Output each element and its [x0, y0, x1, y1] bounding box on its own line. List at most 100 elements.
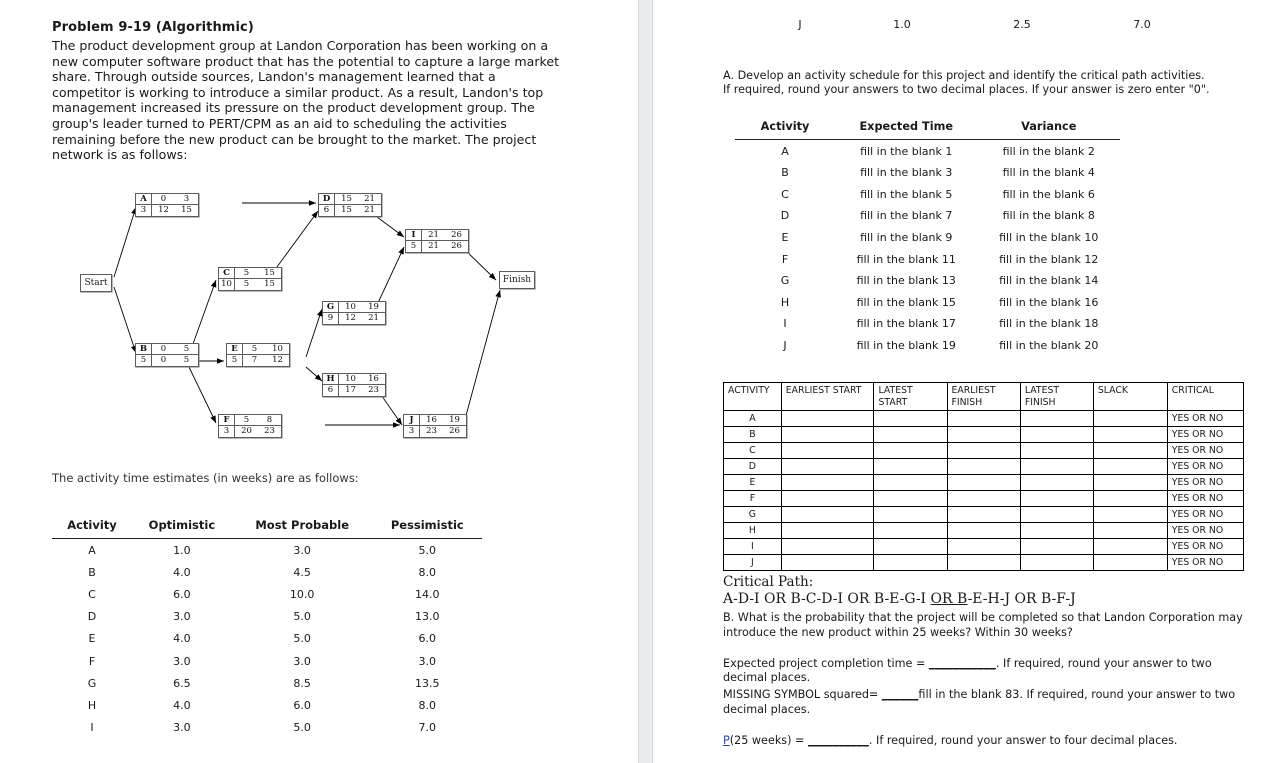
- cell-slack[interactable]: [1092, 490, 1168, 508]
- cell-variance[interactable]: fill in the blank 8: [978, 205, 1121, 227]
- cell-expected-time[interactable]: fill in the blank 9: [835, 227, 978, 249]
- cell-latest-finish[interactable]: [1019, 506, 1094, 524]
- cell-expected-time[interactable]: fill in the blank 15: [835, 292, 978, 314]
- cell-earliest-finish[interactable]: [946, 410, 1021, 428]
- cell-slack[interactable]: [1092, 442, 1168, 460]
- cell-critical[interactable]: YES OR NO: [1166, 442, 1245, 460]
- sigma-blank[interactable]: ______: [882, 688, 919, 701]
- node-c-ls: 5: [243, 279, 250, 289]
- cell-latest-finish[interactable]: [1019, 538, 1094, 556]
- cell-expected-time[interactable]: fill in the blank 7: [835, 205, 978, 227]
- cell-latest-start[interactable]: [873, 426, 948, 444]
- cell-latest-finish[interactable]: [1019, 410, 1094, 428]
- cell-earliest-start[interactable]: [780, 490, 875, 508]
- cell-earliest-start[interactable]: [780, 458, 875, 476]
- cell-slack[interactable]: [1092, 522, 1168, 540]
- cell-latest-finish[interactable]: [1019, 490, 1094, 508]
- cell-variance[interactable]: fill in the blank 14: [978, 270, 1121, 292]
- cell-expected-time[interactable]: fill in the blank 1: [835, 140, 978, 162]
- cell-earliest-finish[interactable]: [946, 554, 1021, 572]
- cell-slack[interactable]: [1092, 506, 1168, 524]
- cell-latest-start[interactable]: [873, 522, 948, 540]
- cell-slack[interactable]: [1092, 458, 1168, 476]
- cell-variance[interactable]: fill in the blank 2: [978, 140, 1121, 162]
- cell-critical[interactable]: YES OR NO: [1166, 506, 1245, 524]
- cell-slack[interactable]: [1092, 474, 1168, 492]
- table-row: I YES OR NO: [723, 538, 1245, 556]
- cell-earliest-start[interactable]: [780, 442, 875, 460]
- cell-critical[interactable]: YES OR NO: [1166, 426, 1245, 444]
- cell-earliest-start[interactable]: [780, 426, 875, 444]
- cell-slack[interactable]: [1092, 410, 1168, 428]
- cell-activity: C: [781, 187, 789, 201]
- cell-variance[interactable]: fill in the blank 4: [978, 162, 1121, 184]
- cell-variance[interactable]: fill in the blank 6: [978, 184, 1121, 206]
- cell-activity: A: [781, 144, 789, 158]
- cell-expected-time[interactable]: fill in the blank 3: [835, 162, 978, 184]
- cell-earliest-finish[interactable]: [946, 538, 1021, 556]
- cell-expected-time[interactable]: fill in the blank 17: [835, 313, 978, 335]
- cell-variance[interactable]: fill in the blank 20: [978, 335, 1121, 357]
- cell-earliest-start[interactable]: [780, 410, 875, 428]
- cell-variance[interactable]: fill in the blank 12: [978, 248, 1121, 270]
- cell-latest-start[interactable]: [873, 458, 948, 476]
- cell-critical[interactable]: YES OR NO: [1166, 490, 1245, 508]
- cell-critical[interactable]: YES OR NO: [1166, 474, 1245, 492]
- cell-latest-start[interactable]: [873, 538, 948, 556]
- node-a-ls: 12: [158, 205, 169, 215]
- cell-latest-start[interactable]: [873, 410, 948, 428]
- cell-earliest-start[interactable]: [780, 474, 875, 492]
- cell-latest-finish[interactable]: [1019, 522, 1094, 540]
- cell-latest-finish[interactable]: [1019, 426, 1094, 444]
- cell-earliest-start[interactable]: [780, 538, 875, 556]
- network-node-d: D 15 21 6 15 21: [318, 193, 382, 217]
- cell-critical[interactable]: YES OR NO: [1166, 522, 1245, 540]
- cell-latest-start[interactable]: [873, 442, 948, 460]
- cell-earliest-start[interactable]: [780, 522, 875, 540]
- cell-expected-time[interactable]: fill in the blank 13: [835, 270, 978, 292]
- cell-earliest-start[interactable]: [780, 506, 875, 524]
- cell-variance[interactable]: fill in the blank 18: [978, 313, 1121, 335]
- cell-critical[interactable]: YES OR NO: [1166, 458, 1245, 476]
- cell-slack[interactable]: [1092, 554, 1168, 572]
- cell-latest-finish[interactable]: [1019, 554, 1094, 572]
- cell-value: 4.0: [173, 632, 191, 646]
- col-latest-finish: LATEST FINISH: [1019, 382, 1094, 412]
- cell-earliest-finish[interactable]: [946, 442, 1021, 460]
- cell-critical[interactable]: YES OR NO: [1166, 538, 1245, 556]
- cell-latest-finish[interactable]: [1019, 442, 1094, 460]
- cell-latest-finish[interactable]: [1019, 474, 1094, 492]
- cell-earliest-finish[interactable]: [946, 506, 1021, 524]
- table-row: Ifill in the blank 17 fill in the blank 1…: [735, 313, 1120, 335]
- cell-earliest-finish[interactable]: [946, 426, 1021, 444]
- cell-slack[interactable]: [1092, 538, 1168, 556]
- expected-completion-blank[interactable]: ___________: [929, 657, 996, 670]
- cell-latest-finish[interactable]: [1019, 458, 1094, 476]
- cell-latest-start[interactable]: [873, 506, 948, 524]
- cell-variance[interactable]: fill in the blank 10: [978, 227, 1121, 249]
- cell-latest-start[interactable]: [873, 554, 948, 572]
- p25-blank[interactable]: __________: [808, 734, 869, 747]
- cell-latest-start[interactable]: [873, 474, 948, 492]
- node-d-ls: 15: [341, 205, 352, 215]
- table-row: Jfill in the blank 19 fill in the blank 2…: [735, 335, 1120, 357]
- cell-earliest-finish[interactable]: [946, 458, 1021, 476]
- cell-expected-time[interactable]: fill in the blank 5: [835, 184, 978, 206]
- cell-value: 5.0: [293, 632, 311, 646]
- node-d-lf: 21: [364, 205, 375, 215]
- cell-activity: A: [88, 543, 96, 557]
- node-d-dur: 6: [319, 205, 335, 216]
- cell-earliest-start[interactable]: [780, 554, 875, 572]
- cell-expected-time[interactable]: fill in the blank 11: [835, 248, 978, 270]
- cell-critical[interactable]: YES OR NO: [1166, 554, 1245, 572]
- cell-earliest-finish[interactable]: [946, 522, 1021, 540]
- cell-expected-time[interactable]: fill in the blank 19: [835, 335, 978, 357]
- cell-latest-start[interactable]: [873, 490, 948, 508]
- cell-slack[interactable]: [1092, 426, 1168, 444]
- cell-earliest-finish[interactable]: [946, 474, 1021, 492]
- cell-variance[interactable]: fill in the blank 16: [978, 292, 1121, 314]
- table-row: Gfill in the blank 13 fill in the blank 1…: [735, 270, 1120, 292]
- cell-earliest-finish[interactable]: [946, 490, 1021, 508]
- cell-critical[interactable]: YES OR NO: [1166, 410, 1245, 428]
- node-h-lf: 23: [368, 385, 379, 395]
